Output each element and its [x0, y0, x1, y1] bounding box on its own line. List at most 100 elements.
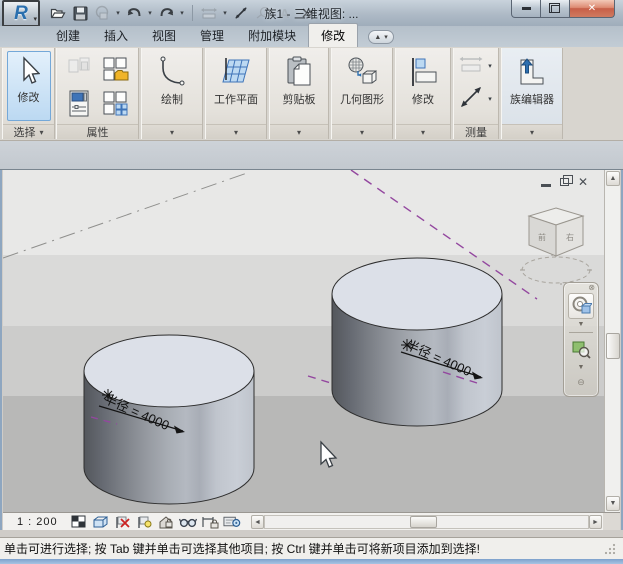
measure-button[interactable]	[199, 3, 219, 23]
geometry-button[interactable]: 几何图形	[340, 52, 384, 122]
tab-create[interactable]: 创建	[44, 24, 92, 47]
minimize-button[interactable]	[511, 0, 541, 18]
horizontal-scrollbar[interactable]: ◄ ►	[251, 514, 602, 530]
view-close-icon[interactable]: ✕	[578, 177, 588, 187]
panel-family-editor-flyout-arrow[interactable]: ▾	[530, 128, 534, 137]
application-menu-button[interactable]: R ▾	[2, 0, 40, 27]
save-button[interactable]	[70, 3, 90, 23]
model-canvas[interactable]: 半径 = 4000 半径 = 4000 前 右	[3, 170, 604, 512]
panel-modify-flyout-arrow[interactable]: ▾	[421, 128, 425, 137]
family-types-button[interactable]	[99, 88, 133, 120]
properties-button-grid	[63, 54, 133, 120]
maximize-button[interactable]	[541, 0, 569, 18]
scroll-down-button[interactable]: ▼	[606, 496, 620, 511]
panel-draw: 绘制 ▾	[141, 48, 203, 139]
clipboard-button[interactable]: 剪贴板	[277, 52, 321, 122]
horizontal-scroll-thumb[interactable]	[410, 516, 437, 528]
measure-tool-dropdown[interactable]: ▾	[486, 62, 494, 70]
family-category-button[interactable]	[99, 54, 133, 86]
detail-level-button[interactable]	[69, 514, 87, 529]
redo-arrow-icon	[158, 6, 175, 20]
panel-family-editor: 族编辑器 ▾	[501, 48, 563, 139]
visual-style-icon	[92, 515, 109, 529]
scroll-up-button[interactable]: ▲	[606, 171, 620, 186]
panel-draw-flyout-arrow[interactable]: ▾	[170, 128, 174, 137]
undo-button[interactable]	[124, 3, 144, 23]
ribbon-tab-bar: 创建 插入 视图 管理 附加模块 修改 ▲▾	[0, 26, 623, 47]
ribbon-collapse-button[interactable]: ▲▾	[368, 30, 394, 44]
tab-modify[interactable]: 修改	[308, 23, 358, 47]
panel-select-flyout-arrow[interactable]: ▾	[39, 128, 43, 137]
view-control-bar: 1 : 200	[3, 512, 620, 530]
undo-arrow-icon	[126, 6, 143, 20]
sync-dropdown-arrow[interactable]: ▾	[114, 9, 122, 17]
qat-expand-button[interactable]	[297, 3, 317, 23]
visual-style-button[interactable]	[91, 514, 109, 529]
measure-icon	[200, 6, 218, 20]
panel-workplane-flyout-arrow[interactable]: ▾	[234, 128, 238, 137]
geometry-sphere-cube-icon	[345, 56, 379, 88]
modify-tool-label: 修改	[18, 89, 40, 105]
zoom-button[interactable]	[568, 336, 594, 362]
redo-button[interactable]	[156, 3, 176, 23]
aligned-dimension-button[interactable]	[231, 3, 251, 23]
family-types-gray-icon	[67, 57, 93, 83]
text-button[interactable]: A	[275, 3, 295, 23]
load-into-project-button[interactable]: 族编辑器	[510, 52, 554, 122]
tab-manage[interactable]: 管理	[188, 24, 236, 47]
dimension-icon	[233, 5, 249, 21]
vertical-scroll-thumb[interactable]	[606, 333, 620, 359]
navbar-close-icon[interactable]: ⊗	[588, 284, 595, 292]
collapse-dropdown-icon: ▾	[384, 33, 388, 41]
view-minimize-icon[interactable]	[541, 184, 551, 187]
temporary-hide-isolate-button[interactable]	[179, 514, 197, 529]
tab-view[interactable]: 视图	[140, 24, 188, 47]
reveal-hidden-icon	[223, 515, 241, 528]
panel-workplane-strip: ▾	[206, 124, 266, 139]
draw-gallery-button[interactable]: 绘制	[150, 52, 194, 122]
navbar-collapse-icon[interactable]: ⊖	[577, 377, 585, 388]
view-scale[interactable]: 1 : 200	[17, 516, 69, 528]
scroll-right-button[interactable]: ►	[589, 515, 602, 529]
panel-select: 修改 选择 ▾	[2, 48, 55, 139]
redo-dropdown-arrow[interactable]: ▾	[178, 9, 186, 17]
reveal-hidden-elements-button[interactable]	[223, 514, 241, 529]
navigation-bar: ⊗ ▼ ▼ ⊖	[563, 282, 599, 397]
panel-workplane: 工作平面 ▾	[205, 48, 267, 139]
tag-button[interactable]: 1	[253, 3, 273, 23]
modify-tool-button[interactable]: 修改	[7, 51, 51, 121]
sun-path-button[interactable]	[113, 514, 131, 529]
locked-3d-view-button[interactable]	[157, 514, 175, 529]
crop-lock-button[interactable]	[201, 514, 219, 529]
open-button[interactable]	[48, 3, 68, 23]
dimension-lock-icon	[201, 515, 219, 529]
modify-tools-button[interactable]: 修改	[401, 52, 445, 122]
undo-dropdown-arrow[interactable]: ▾	[146, 9, 154, 17]
vertical-scrollbar[interactable]: ▲ ▼	[604, 170, 620, 512]
horizontal-scroll-track[interactable]	[264, 515, 589, 529]
panel-geometry-flyout-arrow[interactable]: ▾	[360, 128, 364, 137]
sync-with-central-button[interactable]	[92, 3, 112, 23]
measure-tool-button[interactable]	[458, 53, 484, 78]
panel-clipboard-flyout-arrow[interactable]: ▾	[297, 128, 301, 137]
panel-properties-label: 属性	[57, 124, 138, 139]
wheel-dropdown-arrow[interactable]: ▼	[578, 321, 585, 328]
tab-insert[interactable]: 插入	[92, 24, 140, 47]
view-restore-icon[interactable]	[560, 178, 569, 186]
family-types-disabled-button[interactable]	[63, 54, 97, 86]
steering-wheel-icon	[570, 295, 592, 317]
scroll-left-button[interactable]: ◄	[251, 515, 264, 529]
steering-wheel-button[interactable]	[568, 293, 594, 319]
aligned-dimension-dropdown[interactable]: ▾	[486, 95, 494, 103]
arc-draw-icon	[157, 56, 187, 88]
zoom-dropdown-arrow[interactable]: ▼	[578, 364, 585, 371]
clipboard-icon	[285, 56, 313, 88]
measure-dropdown-arrow[interactable]: ▾	[221, 9, 229, 17]
properties-palette-button[interactable]	[63, 88, 97, 120]
resize-grip[interactable]	[603, 542, 617, 555]
shadows-button[interactable]	[135, 514, 153, 529]
aligned-dimension-tool-button[interactable]	[458, 84, 484, 113]
tab-addins[interactable]: 附加模块	[236, 24, 308, 47]
workplane-button[interactable]: 工作平面	[214, 52, 258, 122]
close-button[interactable]: ✕	[569, 0, 615, 18]
